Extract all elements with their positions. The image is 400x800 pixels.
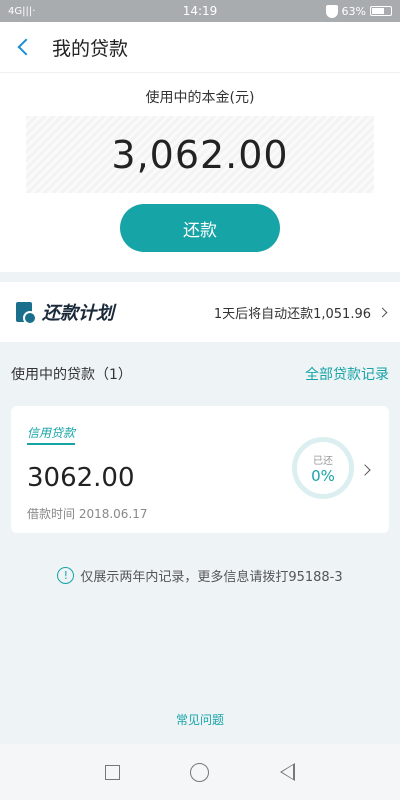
- loan-date: 借款时间 2018.06.17: [27, 507, 148, 521]
- system-nav-bar: [0, 744, 400, 800]
- battery-icon: [370, 6, 392, 16]
- status-bar: 4G|||· 14:19 63%: [0, 0, 400, 22]
- plan-info-text: 1天后将自动还款1,051.96: [213, 306, 371, 322]
- status-time: 14:19: [182, 4, 218, 18]
- principal-section: 使用中的本金(元) 3,062.00 还款: [0, 72, 400, 272]
- repaid-percent: 0%: [311, 466, 335, 485]
- principal-label: 使用中的本金(元): [145, 90, 255, 106]
- nav-bar: 我的贷款: [0, 22, 400, 72]
- principal-amount: 3,062.00: [111, 132, 289, 177]
- chevron-right-icon: [359, 464, 371, 476]
- repay-button[interactable]: 还款: [120, 204, 280, 252]
- chevron-right-icon: [377, 307, 388, 317]
- loan-card[interactable]: 信用贷款 3062.00 借款时间 2018.06.17 已还 0%: [11, 406, 389, 533]
- page-title: 我的贷款: [52, 37, 129, 60]
- repaid-label: 已还: [313, 455, 333, 467]
- active-loans-label: 使用中的贷款（1）: [11, 367, 132, 383]
- plan-title: 还款计划: [42, 303, 114, 324]
- loan-amount: 3062.00: [27, 463, 135, 493]
- all-records-link[interactable]: 全部贷款记录: [305, 364, 389, 384]
- repaid-progress-ring: 已还 0%: [292, 437, 354, 499]
- back-nav-icon[interactable]: [279, 763, 295, 781]
- loan-type: 信用贷款: [27, 424, 76, 445]
- repayment-plan-row[interactable]: 还款计划 1天后将自动还款1,051.96: [0, 282, 400, 342]
- back-icon[interactable]: [17, 38, 35, 56]
- loans-header: 使用中的贷款（1） 全部贷款记录: [0, 342, 400, 406]
- plan-info: 1天后将自动还款1,051.96: [213, 303, 388, 322]
- notice: ! 仅展示两年内记录，更多信息请拨打95188-3: [0, 566, 400, 585]
- plan-doc-icon: [16, 302, 37, 325]
- faq-link[interactable]: 常见问题: [0, 711, 400, 728]
- info-icon: !: [57, 567, 75, 584]
- principal-amount-box: 3,062.00: [26, 116, 374, 193]
- home-icon[interactable]: [190, 762, 210, 782]
- recent-apps-icon[interactable]: [105, 764, 121, 780]
- notice-text: 仅展示两年内记录，更多信息请拨打95188-3: [80, 570, 343, 585]
